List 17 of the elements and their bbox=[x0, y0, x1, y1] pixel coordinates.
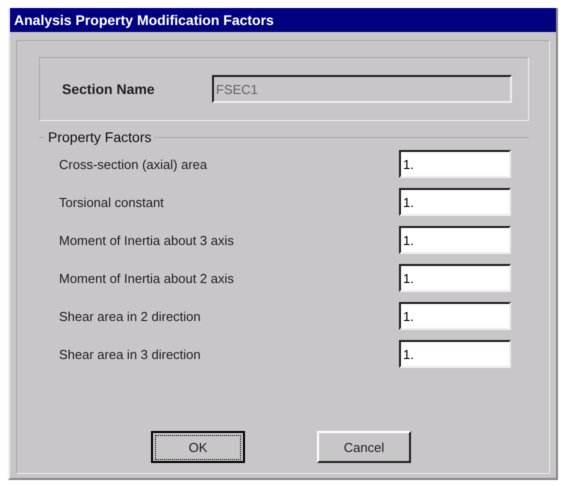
window-title: Analysis Property Modification Factors bbox=[14, 12, 274, 28]
dialog-button[interactable]: OK bbox=[151, 431, 245, 463]
factor-field[interactable]: 1. bbox=[399, 264, 511, 292]
factor-field[interactable]: 1. bbox=[399, 150, 511, 178]
factor-field[interactable]: 1. bbox=[399, 340, 511, 368]
factor-label: Shear area in 3 direction bbox=[59, 346, 201, 362]
factor-field[interactable]: 1. bbox=[399, 226, 511, 254]
factor-label: Shear area in 2 direction bbox=[59, 308, 201, 324]
factor-field[interactable]: 1. bbox=[399, 302, 511, 330]
section-name-label: Section Name bbox=[62, 81, 156, 97]
group-title: Property Factors bbox=[45, 129, 154, 145]
factor-label: Torsional constant bbox=[59, 194, 164, 210]
factor-label: Moment of Inertia about 3 axis bbox=[59, 232, 234, 248]
factor-field[interactable]: 1. bbox=[399, 188, 511, 216]
factor-label: Moment of Inertia about 2 axis bbox=[59, 270, 234, 286]
factor-label: Cross-section (axial) area bbox=[59, 156, 208, 172]
dialog-button[interactable]: Cancel bbox=[317, 431, 411, 463]
